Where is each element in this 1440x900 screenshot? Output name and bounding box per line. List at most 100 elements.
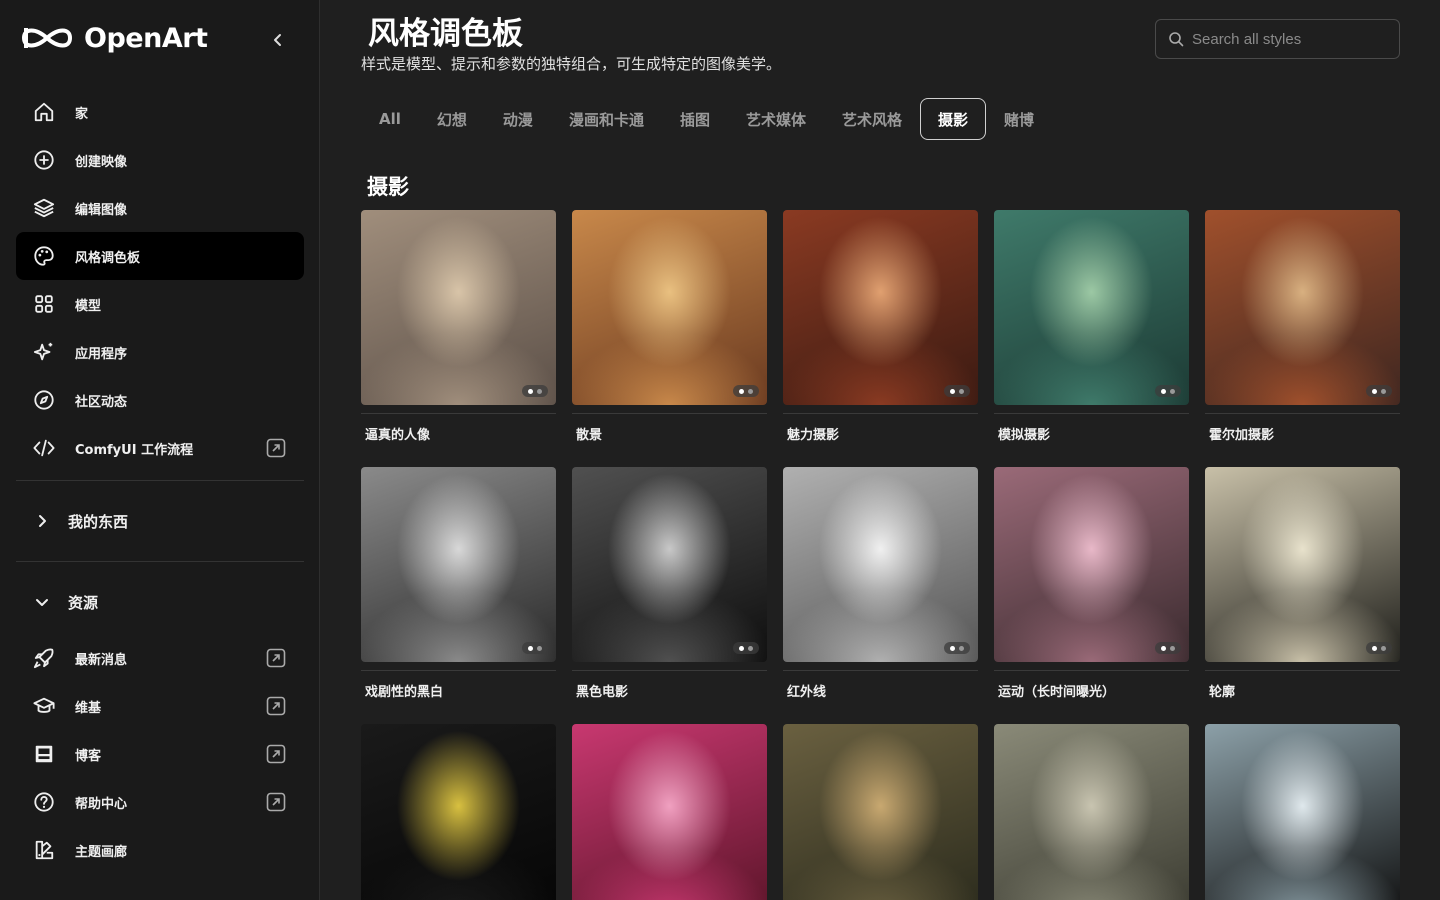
carousel-dots[interactable] (944, 385, 970, 397)
style-thumbnail[interactable] (361, 467, 556, 662)
card-divider (994, 670, 1189, 671)
search-input[interactable] (1192, 30, 1382, 48)
carousel-dots[interactable] (522, 385, 548, 397)
plus-circle-icon (32, 148, 56, 172)
nav-item-label: 风格调色板 (75, 250, 141, 266)
collapse-sidebar-button[interactable] (266, 28, 290, 52)
style-card[interactable]: 霍尔加摄影 (1205, 210, 1400, 443)
nav-item-latest-news[interactable]: 最新消息 (16, 634, 304, 682)
style-thumbnail[interactable] (1205, 724, 1400, 900)
tab-gambling[interactable]: 赌博 (986, 98, 1052, 140)
nav-item-models[interactable]: 模型 (16, 280, 304, 328)
nav-item-edit-image[interactable]: 编辑图像 (16, 184, 304, 232)
style-card[interactable]: 黑色电影 (572, 467, 767, 700)
style-thumbnail[interactable] (1205, 210, 1400, 405)
carousel-dots[interactable] (1155, 642, 1181, 654)
nav-item-create-image[interactable]: 创建映像 (16, 136, 304, 184)
style-thumbnail[interactable] (572, 467, 767, 662)
style-name: 运动（长时间曝光） (998, 685, 1116, 700)
style-thumbnail[interactable] (783, 724, 978, 900)
carousel-dot[interactable] (1161, 645, 1166, 651)
help-circle-icon (32, 790, 56, 814)
carousel-dot[interactable] (528, 388, 533, 394)
nav-item-theme-gallery[interactable]: 主题画廊 (16, 826, 304, 874)
carousel-dot[interactable] (748, 388, 753, 394)
style-card[interactable]: 红外线 (783, 467, 978, 700)
carousel-dot[interactable] (739, 388, 744, 394)
style-thumbnail[interactable] (994, 467, 1189, 662)
tab-photography[interactable]: 摄影 (920, 98, 987, 140)
carousel-dots[interactable] (522, 642, 548, 654)
app-logo[interactable]: OpenArt (20, 22, 208, 54)
tab-all[interactable]: All (361, 98, 419, 140)
card-divider (994, 413, 1189, 414)
carousel-dot[interactable] (950, 645, 955, 651)
style-name: 黑色电影 (576, 685, 629, 700)
nav-item-community-feed[interactable]: 社区动态 (16, 376, 304, 424)
nav-item-label: 社区动态 (75, 394, 128, 410)
carousel-dot[interactable] (1372, 645, 1377, 651)
style-thumbnail[interactable] (361, 210, 556, 405)
nav-item-help-center[interactable]: 帮助中心 (16, 778, 304, 826)
carousel-dots[interactable] (1155, 385, 1181, 397)
carousel-dots[interactable] (1366, 642, 1392, 654)
style-thumbnail[interactable] (361, 724, 556, 900)
style-card[interactable]: 运动（长时间曝光） (994, 467, 1189, 700)
search-box[interactable] (1155, 19, 1400, 59)
carousel-dot[interactable] (1381, 645, 1386, 651)
carousel-dots[interactable] (733, 385, 759, 397)
carousel-dots[interactable] (1366, 385, 1392, 397)
style-card[interactable]: 魅力摄影 (783, 210, 978, 443)
style-card[interactable] (994, 724, 1189, 900)
nav-item-style-palette[interactable]: 风格调色板 (16, 232, 304, 280)
tab-comics-cartoon[interactable]: 漫画和卡通 (551, 98, 662, 140)
resources-toggle[interactable]: 资源 (16, 582, 304, 622)
style-card[interactable] (361, 724, 556, 900)
tab-art-media[interactable]: 艺术媒体 (728, 98, 824, 140)
carousel-dot[interactable] (1372, 388, 1377, 394)
carousel-dot[interactable] (537, 388, 542, 394)
carousel-dot[interactable] (739, 645, 744, 651)
carousel-dot[interactable] (528, 645, 533, 651)
style-card[interactable]: 逼真的人像 (361, 210, 556, 443)
carousel-dots[interactable] (944, 642, 970, 654)
tab-anime[interactable]: 动漫 (485, 98, 551, 140)
style-thumbnail[interactable] (1205, 467, 1400, 662)
sidebar: OpenArt 家 创建映像 编辑图像 风格调色板 模型 应用程序 社区动态 C… (0, 0, 320, 900)
style-card[interactable] (572, 724, 767, 900)
tab-illustration[interactable]: 插图 (662, 98, 728, 140)
style-card[interactable]: 轮廓 (1205, 467, 1400, 700)
tab-fantasy[interactable]: 幻想 (419, 98, 485, 140)
style-thumbnail[interactable] (572, 210, 767, 405)
carousel-dot[interactable] (950, 388, 955, 394)
nav-item-blog[interactable]: 博客 (16, 730, 304, 778)
carousel-dot[interactable] (959, 645, 964, 651)
style-card[interactable]: 戏剧性的黑白 (361, 467, 556, 700)
nav-item-wiki[interactable]: 维基 (16, 682, 304, 730)
carousel-dot[interactable] (748, 645, 753, 651)
style-card[interactable] (1205, 724, 1400, 900)
style-thumbnail[interactable] (994, 210, 1189, 405)
carousel-dot[interactable] (1161, 388, 1166, 394)
style-card[interactable]: 散景 (572, 210, 767, 443)
nav-item-apps[interactable]: 应用程序 (16, 328, 304, 376)
nav-item-home[interactable]: 家 (16, 88, 304, 136)
my-stuff-toggle[interactable]: 我的东西 (16, 501, 304, 541)
carousel-dot[interactable] (1381, 388, 1386, 394)
style-thumbnail[interactable] (783, 210, 978, 405)
style-thumbnail[interactable] (994, 724, 1189, 900)
style-thumbnail[interactable] (783, 467, 978, 662)
tab-art-style[interactable]: 艺术风格 (824, 98, 920, 140)
carousel-dot[interactable] (1170, 645, 1175, 651)
nav-item-comfyui-workflows[interactable]: ComfyUI 工作流程 (16, 424, 304, 472)
style-card[interactable]: 模拟摄影 (994, 210, 1189, 443)
carousel-dot[interactable] (537, 645, 542, 651)
style-thumbnail[interactable] (572, 724, 767, 900)
sidebar-divider (16, 480, 304, 481)
style-card[interactable] (783, 724, 978, 900)
carousel-dot[interactable] (1170, 388, 1175, 394)
category-tabs: All 幻想 动漫 漫画和卡通 插图 艺术媒体 艺术风格 摄影 赌博 (361, 98, 1052, 140)
search-icon (1169, 32, 1184, 47)
carousel-dots[interactable] (733, 642, 759, 654)
carousel-dot[interactable] (959, 388, 964, 394)
